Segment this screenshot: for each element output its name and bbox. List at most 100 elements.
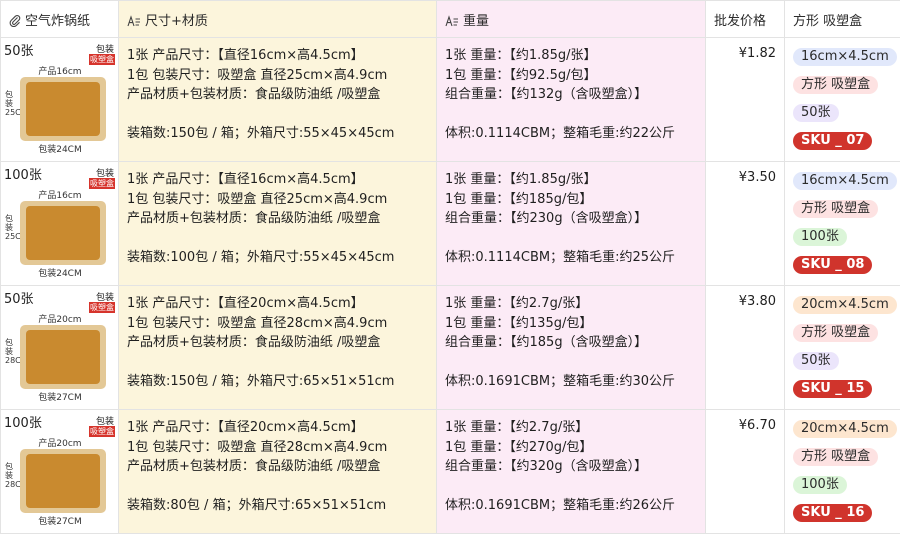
tag-shape: 方形 吸塑盒 [793,200,879,218]
tag-shape: 方形 吸塑盒 [793,76,879,94]
tag-sku: SKU _ 08 [793,256,873,274]
thumb-pack-width-label: 包装27CM [38,393,82,403]
weight-cell[interactable]: 1张 重量：【约1.85g/张】 1包 重量：【约185g/包】 组合重量：【约… [436,161,706,286]
table-row[interactable]: 50张 包装 吸塑盒 产品20cm 包装28CM 包装27CM 1张 产品尺寸：… [0,285,900,410]
header-shape[interactable]: 方形 吸塑盒 [784,0,900,38]
tag-shape: 方形 吸塑盒 [793,448,879,466]
thumb-pack-width-label: 包装27CM [38,517,82,527]
thumb-product-size-label: 产品20cm [38,439,82,449]
air-fryer-paper-tray [20,201,106,265]
size-material-cell[interactable]: 1张 产品尺寸：【直径20cm×高4.5cm】 1包 包装尺寸：吸塑盒 直径28… [118,409,437,534]
spec-line-product-size: 1张 产品尺寸：【直径20cm×高4.5cm】 [127,296,364,311]
text-field-icon [127,14,140,26]
tag-shape: 方形 吸塑盒 [793,324,879,342]
price-cell[interactable]: ¥1.82 [705,37,785,162]
product-thumbnail[interactable]: 100张 包装 吸塑盒 产品20cm 包装28CM 包装27CM [3,412,117,530]
wholesale-price: ¥3.50 [738,170,776,185]
header-size-material[interactable]: 尺寸+材质 [118,0,437,38]
price-cell[interactable]: ¥6.70 [705,409,785,534]
size-material-cell[interactable]: 1张 产品尺寸：【直径16cm×高4.5cm】 1包 包装尺寸：吸塑盒 直径25… [118,37,437,162]
tags-cell[interactable]: 20cm×4.5cm 方形 吸塑盒 50张 SKU _ 15 [784,285,900,410]
air-fryer-paper-tray [20,77,106,141]
tags-cell[interactable]: 20cm×4.5cm 方形 吸塑盒 100张 SKU _ 16 [784,409,900,534]
thumb-product-size-label: 产品20cm [38,315,82,325]
tag-sku: SKU _ 16 [793,504,873,522]
wholesale-price: ¥3.80 [738,294,776,309]
weight-line-sheet: 1张 重量：【约1.85g/张】 [445,48,597,63]
spec-line-material: 产品材质+包装材质：食品级防油纸 /吸塑盒 [127,335,381,350]
spec-line-material: 产品材质+包装材质：食品级防油纸 /吸塑盒 [127,211,381,226]
header-weight-label: 重量 [463,13,490,29]
size-material-cell[interactable]: 1张 产品尺寸：【直径20cm×高4.5cm】 1包 包装尺寸：吸塑盒 直径28… [118,285,437,410]
tags-cell[interactable]: 16cm×4.5cm 方形 吸塑盒 50张 SKU _ 07 [784,37,900,162]
thumb-product-size-label: 产品16cm [38,67,82,77]
header-product[interactable]: 空气炸锅纸 [0,0,119,38]
tags-cell[interactable]: 16cm×4.5cm 方形 吸塑盒 100张 SKU _ 08 [784,161,900,286]
header-size-material-label: 尺寸+材质 [145,13,208,29]
spec-line-carton: 装箱数:150包 / 箱；外箱尺寸:65×51×51cm [127,373,395,389]
weight-line-pack: 1包 重量：【约185g/包】 [445,191,593,207]
tag-sku: SKU _ 15 [793,380,873,398]
spec-line-carton: 装箱数:150包 / 箱；外箱尺寸:55×45×45cm [127,125,395,141]
weight-cell[interactable]: 1张 重量：【约2.7g/张】 1包 重量：【约135g/包】 组合重量：【约1… [436,285,706,410]
tag-count: 50张 [793,104,839,122]
product-image-cell[interactable]: 50张 包装 吸塑盒 产品16cm 包装25CM 包装24CM [0,37,119,162]
tag-sku: SKU _ 07 [793,132,873,150]
header-weight[interactable]: 重量 [436,0,706,38]
weight-cell[interactable]: 1张 重量：【约1.85g/张】 1包 重量：【约92.5g/包】 组合重量：【… [436,37,706,162]
header-price[interactable]: 批发价格 [705,0,785,38]
text-field-icon [445,14,458,26]
thumb-product-size-label: 产品16cm [38,191,82,201]
thumb-count-label: 50张 [4,292,34,307]
thumb-pack-height-label: 包装28CM [5,338,28,365]
tag-size: 20cm×4.5cm [793,296,897,314]
tag-size: 20cm×4.5cm [793,420,897,438]
air-fryer-paper-tray [20,325,106,389]
spec-line-package-size: 1包 包装尺寸：吸塑盒 直径25cm×高4.9cm [127,191,388,207]
weight-cell[interactable]: 1张 重量：【约2.7g/张】 1包 重量：【约270g/包】 组合重量：【约3… [436,409,706,534]
spec-line-package-size: 1包 包装尺寸：吸塑盒 直径28cm×高4.9cm [127,315,388,331]
thumb-pack-height-label: 包装25CM [5,214,28,241]
weight-line-volume: 体积:0.1691CBM；整箱毛重:约30公斤 [445,373,676,389]
weight-line-combined: 组合重量：【约185g（含吸塑盒）】 [445,335,648,350]
price-cell[interactable]: ¥3.80 [705,285,785,410]
thumb-count-label: 50张 [4,44,34,59]
table-row[interactable]: 100张 包装 吸塑盒 产品16cm 包装25CM 包装24CM 1张 产品尺寸… [0,161,900,286]
weight-line-volume: 体积:0.1114CBM；整箱毛重:约25公斤 [445,249,676,265]
product-image-cell[interactable]: 100张 包装 吸塑盒 产品20cm 包装28CM 包装27CM [0,409,119,534]
header-product-label: 空气炸锅纸 [25,13,91,29]
spec-line-carton: 装箱数:80包 / 箱；外箱尺寸:65×51×51cm [127,497,387,513]
spec-line-package-size: 1包 包装尺寸：吸塑盒 直径25cm×高4.9cm [127,67,388,83]
table-row[interactable]: 100张 包装 吸塑盒 产品20cm 包装28CM 包装27CM 1张 产品尺寸… [0,409,900,534]
spec-line-material: 产品材质+包装材质：食品级防油纸 /吸塑盒 [127,459,381,474]
weight-line-combined: 组合重量：【约132g（含吸塑盒）】 [445,87,648,102]
product-thumbnail[interactable]: 50张 包装 吸塑盒 产品16cm 包装25CM 包装24CM [3,40,117,158]
weight-line-volume: 体积:0.1114CBM；整箱毛重:约22公斤 [445,125,676,141]
wholesale-price: ¥1.82 [738,46,776,61]
thumb-count-label: 100张 [4,168,42,183]
product-image-cell[interactable]: 100张 包装 吸塑盒 产品16cm 包装25CM 包装24CM [0,161,119,286]
product-thumbnail[interactable]: 100张 包装 吸塑盒 产品16cm 包装25CM 包装24CM [3,164,117,282]
weight-line-pack: 1包 重量：【约270g/包】 [445,439,593,455]
thumb-pack-height-label: 包装25CM [5,90,28,117]
spec-line-product-size: 1张 产品尺寸：【直径16cm×高4.5cm】 [127,48,364,63]
air-fryer-paper-tray [20,449,106,513]
wholesale-price: ¥6.70 [738,418,776,433]
tag-count: 100张 [793,476,847,494]
header-row: 空气炸锅纸 尺寸+材质 重量 批发价格 方形 吸塑盒 [0,0,900,38]
product-image-cell[interactable]: 50张 包装 吸塑盒 产品20cm 包装28CM 包装27CM [0,285,119,410]
product-thumbnail[interactable]: 50张 包装 吸塑盒 产品20cm 包装28CM 包装27CM [3,288,117,406]
weight-line-combined: 组合重量：【约230g（含吸塑盒）】 [445,211,648,226]
weight-line-pack: 1包 重量：【约92.5g/包】 [445,67,597,83]
price-cell[interactable]: ¥3.50 [705,161,785,286]
table-row[interactable]: 50张 包装 吸塑盒 产品16cm 包装25CM 包装24CM 1张 产品尺寸：… [0,37,900,162]
spec-line-carton: 装箱数:100包 / 箱；外箱尺寸:55×45×45cm [127,249,395,265]
weight-line-sheet: 1张 重量：【约1.85g/张】 [445,172,597,187]
size-material-cell[interactable]: 1张 产品尺寸：【直径16cm×高4.5cm】 1包 包装尺寸：吸塑盒 直径25… [118,161,437,286]
paperclip-icon [9,14,21,27]
thumb-count-label: 100张 [4,416,42,431]
tag-count: 50张 [793,352,839,370]
tag-count: 100张 [793,228,847,246]
weight-line-sheet: 1张 重量：【约2.7g/张】 [445,420,589,435]
spec-line-product-size: 1张 产品尺寸：【直径16cm×高4.5cm】 [127,172,364,187]
